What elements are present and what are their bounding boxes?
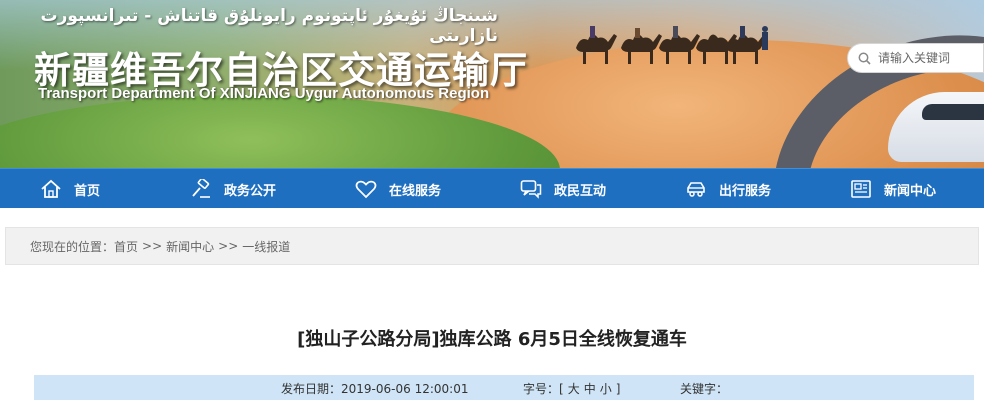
news-icon bbox=[851, 180, 871, 198]
nav-government-affairs-label: 政务公开 bbox=[224, 183, 277, 199]
nav-news-center[interactable]: 新闻中心 bbox=[850, 169, 936, 209]
nav-home-label: 首页 bbox=[74, 183, 101, 199]
font-size-small-button[interactable]: 小 bbox=[600, 382, 612, 396]
breadcrumb-news-center-link[interactable]: 新闻中心 bbox=[166, 238, 214, 255]
article-title: [独山子公路分局]独库公路 6月5日全线恢复通车 bbox=[297, 329, 687, 350]
nav-public-interaction-label: 政民互动 bbox=[554, 183, 607, 199]
breadcrumb-home-link[interactable]: 首页 bbox=[114, 238, 138, 255]
home-icon bbox=[41, 179, 61, 198]
breadcrumb-separator: >> bbox=[218, 239, 239, 253]
search-box[interactable] bbox=[847, 43, 984, 73]
font-size-large-button[interactable]: 大 bbox=[568, 382, 580, 396]
font-size-bracket-open: [ bbox=[559, 382, 564, 396]
camel-icon bbox=[576, 26, 617, 64]
search-input[interactable] bbox=[878, 51, 978, 65]
heart-icon bbox=[355, 180, 377, 199]
search-icon[interactable] bbox=[858, 52, 871, 65]
car-icon bbox=[687, 182, 705, 197]
nav-online-services[interactable]: 在线服务 bbox=[355, 169, 441, 209]
nav-home[interactable]: 首页 bbox=[40, 169, 100, 209]
nav-news-center-label: 新闻中心 bbox=[884, 183, 937, 199]
publish-date-value: 2019-06-06 12:00:01 bbox=[341, 382, 469, 396]
header-banner: شىنجاڭ ئۇيغۇر ئاپتونوم رايونلۇق قاتناش -… bbox=[0, 0, 984, 168]
gavel-icon bbox=[192, 179, 210, 198]
font-size-control: 字号：[ 大中小] bbox=[523, 380, 620, 397]
publish-date-label: 发布日期： bbox=[281, 382, 342, 396]
main-nav: 首页 政务公开 在线服务 政民互动 出行服务 新闻中心 bbox=[0, 168, 984, 208]
keywords-label: 关键字： bbox=[680, 382, 729, 396]
font-size-bracket-close: ] bbox=[615, 382, 621, 396]
font-size-medium-button[interactable]: 中 bbox=[584, 382, 596, 396]
publish-date: 发布日期：2019-06-06 12:00:01 bbox=[281, 380, 468, 397]
font-size-label: 字号： bbox=[523, 382, 560, 396]
nav-travel-services-label: 出行服务 bbox=[719, 183, 772, 199]
traveler-icon bbox=[762, 26, 768, 50]
site-subtitle: Transport Department Of XINJIANG Uygur A… bbox=[38, 85, 490, 102]
breadcrumb-separator: >> bbox=[142, 239, 163, 253]
article-meta-bar: 发布日期：2019-06-06 12:00:01 字号：[ 大中小] 关键字： bbox=[34, 375, 974, 400]
chat-icon bbox=[520, 180, 542, 199]
breadcrumb-frontline-reports-link[interactable]: 一线报道 bbox=[242, 238, 290, 255]
nav-public-interaction[interactable]: 政民互动 bbox=[520, 169, 606, 209]
breadcrumb: 您现在的位置： 首页 >> 新闻中心 >> 一线报道 bbox=[5, 227, 979, 265]
breadcrumb-prefix: 您现在的位置： bbox=[30, 239, 115, 254]
nav-travel-services[interactable]: 出行服务 bbox=[685, 169, 771, 209]
nav-online-services-label: 在线服务 bbox=[389, 183, 442, 199]
train-window bbox=[922, 104, 984, 120]
nav-government-affairs[interactable]: 政务公开 bbox=[190, 169, 276, 209]
